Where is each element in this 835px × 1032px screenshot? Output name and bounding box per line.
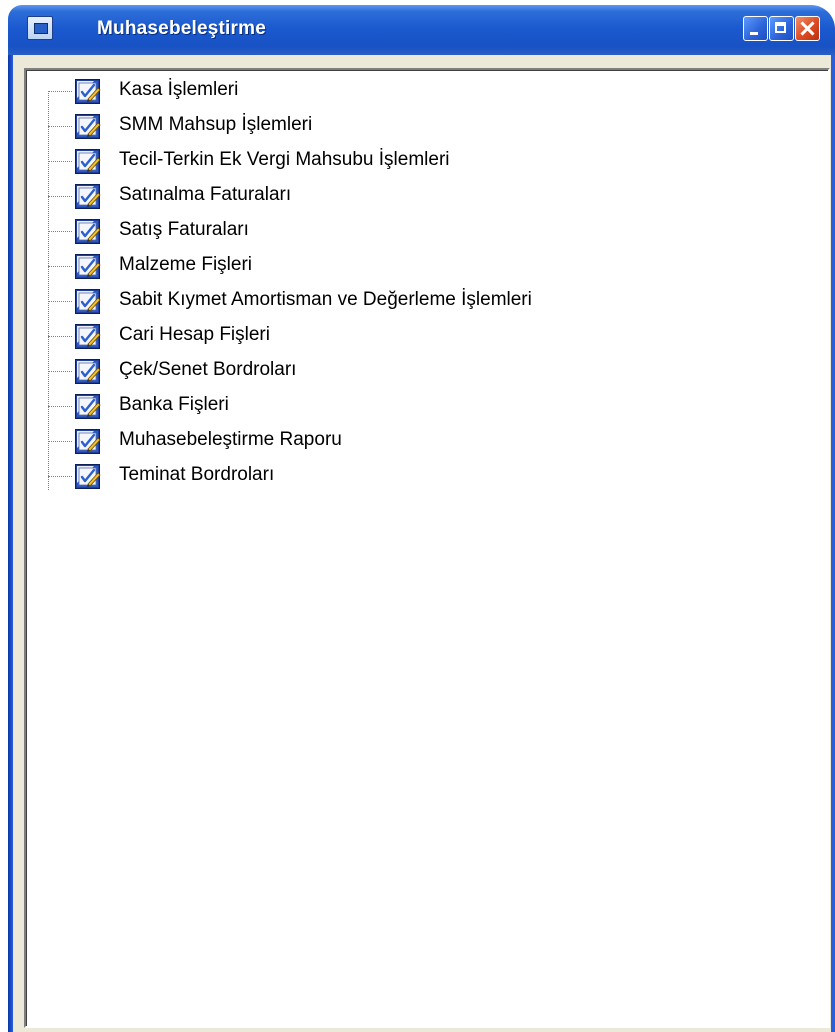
tree-item[interactable]: Kasa İşlemleri — [48, 74, 788, 108]
window-title: Muhasebeleştirme — [97, 18, 266, 39]
tree-item-label[interactable]: Banka Fişleri — [119, 394, 229, 416]
edit-document-icon[interactable] — [74, 218, 101, 245]
tree-connector — [48, 91, 72, 92]
tree-item-label[interactable]: Muhasebeleştirme Raporu — [119, 429, 342, 451]
tree-item[interactable]: Çek/Senet Bordroları — [48, 354, 788, 388]
tree-item[interactable]: Muhasebeleştirme Raporu — [48, 424, 788, 458]
edit-document-icon[interactable] — [74, 253, 101, 280]
title-bar[interactable]: Muhasebeleştirme — [8, 5, 835, 57]
tree-connector — [48, 161, 72, 162]
tree-connector — [48, 476, 72, 477]
tree-item[interactable]: Banka Fişleri — [48, 389, 788, 423]
tree-connector — [48, 231, 72, 232]
tree-connector — [48, 266, 72, 267]
tree-connector — [48, 196, 72, 197]
muhasebelestirme-window: Muhasebeleştirme Kasa İşlemleri SMM Mahsu… — [0, 0, 835, 1032]
edit-document-icon[interactable] — [74, 393, 101, 420]
minimize-button[interactable] — [743, 16, 768, 41]
tree-item[interactable]: SMM Mahsup İşlemleri — [48, 109, 788, 143]
tree-item-label[interactable]: Kasa İşlemleri — [119, 79, 238, 101]
tree-connector — [48, 126, 72, 127]
window-frame-right — [831, 55, 835, 1032]
tree-item-label[interactable]: Teminat Bordroları — [119, 464, 274, 486]
edit-document-icon[interactable] — [74, 358, 101, 385]
tree-connector — [48, 441, 72, 442]
tree-item[interactable]: Sabit Kıymet Amortisman ve Değerleme İşl… — [48, 284, 788, 318]
edit-document-icon[interactable] — [74, 113, 101, 140]
edit-document-icon[interactable] — [74, 288, 101, 315]
tree-item-label[interactable]: Satış Faturaları — [119, 219, 249, 241]
tree-item-label[interactable]: SMM Mahsup İşlemleri — [119, 114, 312, 136]
edit-document-icon[interactable] — [74, 183, 101, 210]
tree-item[interactable]: Satış Faturaları — [48, 214, 788, 248]
edit-document-icon[interactable] — [74, 428, 101, 455]
edit-document-icon[interactable] — [74, 78, 101, 105]
tree-item-label[interactable]: Çek/Senet Bordroları — [119, 359, 296, 381]
tree-item-label[interactable]: Tecil-Terkin Ek Vergi Mahsubu İşlemleri — [119, 149, 450, 171]
edit-document-icon[interactable] — [74, 323, 101, 350]
tree-connector — [48, 371, 72, 372]
maximize-button[interactable] — [769, 16, 794, 41]
tree-item[interactable]: Teminat Bordroları — [48, 459, 788, 493]
tree-connector — [48, 406, 72, 407]
tree-item-label[interactable]: Cari Hesap Fişleri — [119, 324, 270, 346]
window-icon[interactable] — [27, 16, 53, 40]
close-button[interactable] — [795, 16, 820, 41]
tree-item[interactable]: Satınalma Faturaları — [48, 179, 788, 213]
tree-item-label[interactable]: Sabit Kıymet Amortisman ve Değerleme İşl… — [119, 289, 532, 311]
edit-document-icon[interactable] — [74, 148, 101, 175]
tree-item-label[interactable]: Satınalma Faturaları — [119, 184, 291, 206]
tree-item[interactable]: Tecil-Terkin Ek Vergi Mahsubu İşlemleri — [48, 144, 788, 178]
tree-item-label[interactable]: Malzeme Fişleri — [119, 254, 252, 276]
tree-connector — [48, 301, 72, 302]
edit-document-icon[interactable] — [74, 463, 101, 490]
tree-item[interactable]: Malzeme Fişleri — [48, 249, 788, 283]
tree-connector — [48, 336, 72, 337]
tree-item[interactable]: Cari Hesap Fişleri — [48, 319, 788, 353]
